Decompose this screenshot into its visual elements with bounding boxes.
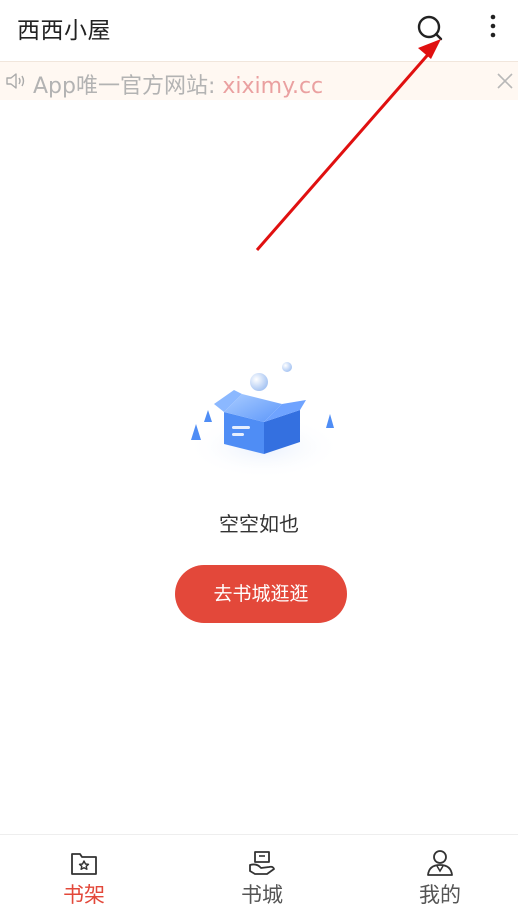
top-app-bar: 西西小屋 xyxy=(0,0,518,60)
search-icon xyxy=(417,15,443,41)
nav-item-bookstore[interactable]: 书城 xyxy=(212,835,312,905)
screen: 西西小屋 App唯一官方网站: xiximy.cc 空空如也 去书城逛逛 书架 … xyxy=(0,0,518,905)
more-options-button[interactable] xyxy=(478,10,508,46)
search-button[interactable] xyxy=(411,10,447,46)
empty-state-message: 空空如也 xyxy=(219,512,299,536)
official-site-link[interactable]: xiximy.cc xyxy=(222,74,323,99)
speaker-icon xyxy=(6,73,25,89)
nav-item-profile[interactable]: 我的 xyxy=(390,835,490,905)
notice-prefix: App唯一官方网站: xyxy=(33,74,223,99)
nav-label-profile: 我的 xyxy=(419,883,461,905)
nav-label-bookstore: 书城 xyxy=(241,883,283,905)
bottom-navigation: 书架 书城 我的 xyxy=(0,834,518,905)
nav-label-bookshelf: 书架 xyxy=(63,883,105,905)
more-vertical-icon xyxy=(490,14,496,38)
bookshelf-icon xyxy=(71,853,97,875)
app-title: 西西小屋 xyxy=(17,18,111,44)
bookstore-icon xyxy=(249,851,275,875)
empty-box-icon xyxy=(186,362,342,479)
go-to-bookstore-button[interactable]: 去书城逛逛 xyxy=(175,565,347,623)
notice-bar: App唯一官方网站: xiximy.cc xyxy=(0,61,518,100)
close-icon[interactable] xyxy=(494,70,516,92)
notice-text: App唯一官方网站: xiximy.cc xyxy=(33,68,323,100)
profile-icon xyxy=(427,850,453,876)
nav-item-bookshelf[interactable]: 书架 xyxy=(34,835,134,905)
